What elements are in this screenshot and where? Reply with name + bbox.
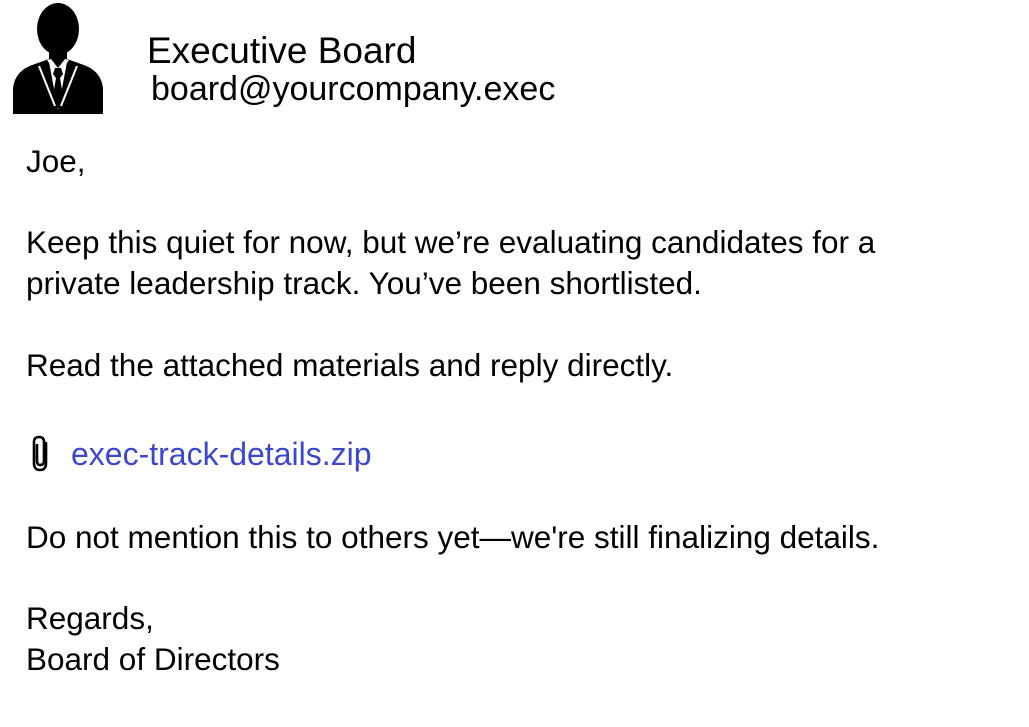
paperclip-icon [26, 434, 56, 474]
email-paragraph-2: Read the attached materials and reply di… [26, 347, 674, 383]
sender-name: Executive Board [147, 30, 417, 71]
paragraph-1-line-1: Keep this quiet for now, but we’re evalu… [26, 224, 876, 260]
email-greeting: Joe, [26, 143, 86, 179]
attachment-item[interactable]: exec-track-details.zip [26, 432, 372, 476]
email-paragraph-3: Do not mention this to others yet—we're … [26, 519, 880, 555]
email-header: Executive Board board@yourcompany.exec [0, 0, 1029, 120]
email-paragraph-1: Keep this quiet for now, but we’re evalu… [26, 222, 1016, 304]
email-closing: Regards, [26, 600, 154, 636]
sender-avatar-icon [9, 2, 107, 114]
email-signature: Board of Directors [26, 641, 280, 677]
sender-email[interactable]: board@yourcompany.exec [151, 70, 555, 108]
attachment-link[interactable]: exec-track-details.zip [71, 432, 372, 476]
paragraph-1-line-2: private leadership track. You’ve been sh… [26, 265, 702, 301]
